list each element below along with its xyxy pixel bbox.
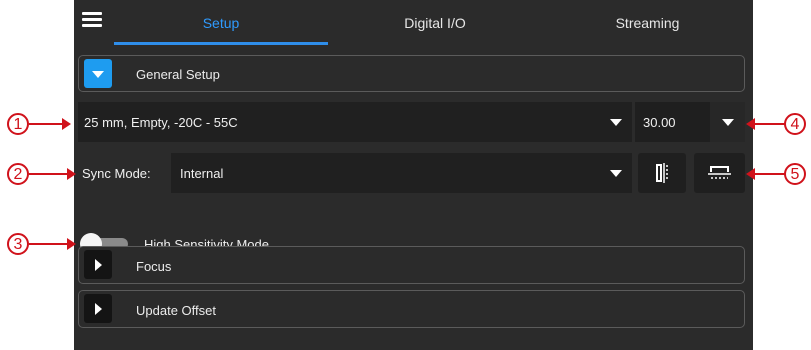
caret-down-icon [610,170,622,177]
caret-down-icon [610,119,622,126]
caret-down-icon [722,119,734,126]
flip-horizontal-icon [656,163,668,183]
callout-5-arrow [754,173,786,175]
callout-2-arrow [29,173,69,175]
tab-setup[interactable]: Setup [114,0,328,45]
callout-2: 2 [7,163,29,185]
callout-5: 5 [784,163,806,185]
chevron-down-icon[interactable] [84,59,112,88]
callout-4: 4 [784,113,806,135]
callout-4-arrowhead [746,118,755,130]
sync-mode-label: Sync Mode: [82,166,151,181]
flip-horizontal-button[interactable] [638,153,686,193]
general-setup-title: General Setup [136,67,220,82]
fps-select[interactable]: 30.00 [635,102,745,142]
callout-1-arrowhead [62,118,71,130]
top-bar: Setup Digital I/O Streaming [74,0,753,45]
tab-streaming[interactable]: Streaming [542,0,753,45]
focus-section-header[interactable]: Focus [78,246,745,284]
sync-mode-value: Internal [180,166,224,181]
fps-select-value: 30.00 [643,115,676,130]
update-offset-section-title: Update Offset [136,303,216,318]
hamburger-menu-icon[interactable] [82,12,102,28]
callout-5-arrowhead [746,168,755,180]
flip-vertical-button[interactable] [694,153,745,193]
update-offset-section-header[interactable]: Update Offset [78,290,745,328]
callout-4-arrow [754,123,786,125]
callout-1: 1 [7,113,29,135]
general-setup-header[interactable]: General Setup [78,55,745,92]
tab-digital-io[interactable]: Digital I/O [328,0,542,45]
camera-settings-panel: Setup Digital I/O Streaming General Setu… [74,0,753,350]
chevron-right-icon[interactable] [84,250,112,279]
lens-select[interactable]: 25 mm, Empty, -20C - 55C [78,102,632,142]
sync-mode-select[interactable]: Internal [171,153,632,193]
callout-3-arrowhead [67,238,76,250]
active-tab-indicator [114,42,328,45]
callout-3-arrow [29,243,69,245]
focus-section-title: Focus [136,259,172,274]
chevron-right-icon[interactable] [84,294,112,323]
flip-vertical-icon [708,166,731,179]
callout-1-arrow [29,123,64,125]
callout-3: 3 [7,233,29,255]
lens-select-value: 25 mm, Empty, -20C - 55C [84,115,238,130]
callout-2-arrowhead [67,168,76,180]
